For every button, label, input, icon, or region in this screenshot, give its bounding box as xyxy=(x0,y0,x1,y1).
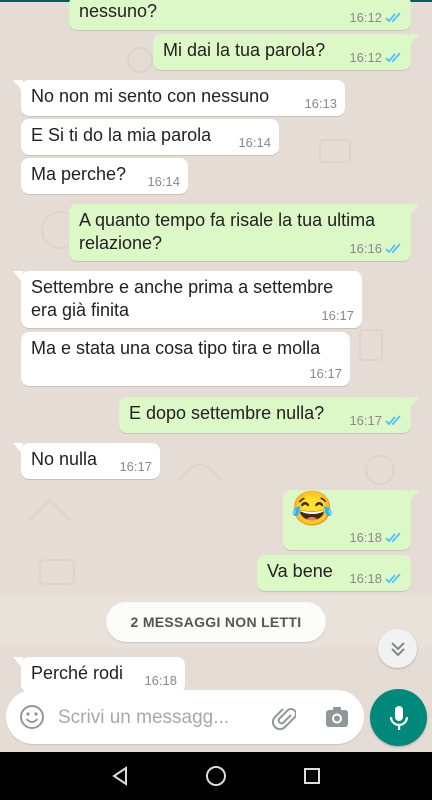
message-bubble-incoming[interactable]: Perché rodi 16:18 xyxy=(13,657,185,693)
message-time: 16:12 xyxy=(349,10,382,25)
message-meta: 16:17 xyxy=(309,366,342,381)
message-bubble-incoming[interactable]: Ma e stata una cosa tipo tira e molla 16… xyxy=(21,332,350,386)
message-time: 16:18 xyxy=(144,673,177,688)
message-bubble-incoming[interactable]: No non mi sento con nessuno 16:13 xyxy=(13,80,345,116)
message-meta: 16:14 xyxy=(238,135,271,150)
read-ticks-icon xyxy=(385,573,401,584)
message-composer xyxy=(6,690,364,744)
double-chevron-down-icon xyxy=(390,641,405,656)
message-meta: 16:14 xyxy=(147,174,180,189)
android-navigation-bar xyxy=(0,752,432,800)
message-time: 16:17 xyxy=(119,459,152,474)
message-time: 16:17 xyxy=(321,308,354,323)
message-text: A quanto tempo fa risale la tua ultima r… xyxy=(79,210,376,253)
read-ticks-icon xyxy=(385,415,401,426)
message-bubble-incoming[interactable]: E Si ti do la mia parola 16:14 xyxy=(21,119,279,155)
message-text: No non mi sento con nessuno xyxy=(31,86,270,106)
message-text: Va bene xyxy=(267,561,333,581)
message-meta: 16:18 xyxy=(349,571,403,586)
microphone-icon xyxy=(389,705,408,730)
message-meta: 16:16 xyxy=(349,241,403,256)
emoji-icon[interactable] xyxy=(19,704,45,730)
message-bubble-outgoing[interactable]: nessuno? 16:12 xyxy=(69,0,411,30)
message-meta: 16:17 xyxy=(321,308,354,323)
message-meta: 16:17 xyxy=(119,459,152,474)
read-ticks-icon xyxy=(385,12,401,23)
camera-icon[interactable] xyxy=(324,705,350,729)
message-text: nessuno? xyxy=(79,1,158,21)
read-ticks-icon xyxy=(385,52,401,63)
message-meta: 16:13 xyxy=(304,96,337,111)
message-meta: 16:12 xyxy=(349,10,403,25)
message-time: 16:18 xyxy=(349,571,382,586)
message-text: Settembre e anche prima a settembre era … xyxy=(31,277,334,320)
message-text: E Si ti do la mia parola xyxy=(31,125,212,145)
message-bubble-incoming[interactable]: Ma perche? 16:14 xyxy=(21,158,188,194)
message-bubble-outgoing[interactable]: A quanto tempo fa risale la tua ultima r… xyxy=(69,204,419,261)
message-bubble-outgoing[interactable]: E dopo settembre nulla? 16:17 xyxy=(119,397,419,433)
message-text: Ma e stata una cosa tipo tira e molla xyxy=(31,338,321,358)
message-time: 16:14 xyxy=(147,174,180,189)
message-time: 16:16 xyxy=(349,241,382,256)
message-meta: 16:18 xyxy=(349,530,403,545)
message-time: 16:14 xyxy=(238,135,271,150)
nav-back-button[interactable] xyxy=(108,764,132,788)
unread-messages-banner: 2 MESSAGGI NON LETTI xyxy=(106,602,326,642)
read-ticks-icon xyxy=(385,243,401,254)
message-text: Ma perche? xyxy=(31,164,127,184)
message-emoji: 😂 xyxy=(291,490,334,528)
home-circle-icon xyxy=(206,766,226,786)
message-text: E dopo settembre nulla? xyxy=(129,403,325,423)
paperclip-icon[interactable] xyxy=(270,705,296,731)
message-time: 16:18 xyxy=(349,530,382,545)
back-triangle-icon xyxy=(112,766,127,786)
message-input[interactable] xyxy=(56,704,260,732)
chat-area: nessuno? 16:12 Mi dai la tua parola? 16:… xyxy=(0,0,432,752)
message-time: 16:13 xyxy=(304,96,337,111)
message-bubble-outgoing[interactable]: Mi dai la tua parola? 16:12 xyxy=(153,34,419,70)
message-text: Perché rodi xyxy=(31,663,124,683)
message-time: 16:17 xyxy=(309,366,342,381)
nav-recents-button[interactable] xyxy=(300,764,324,788)
message-bubble-outgoing[interactable]: 😂 16:18 xyxy=(283,490,419,550)
message-text: Mi dai la tua parola? xyxy=(163,40,326,60)
message-meta: 16:17 xyxy=(349,413,403,428)
message-time: 16:12 xyxy=(349,50,382,65)
message-text: No nulla xyxy=(31,449,98,469)
message-meta: 16:18 xyxy=(144,673,177,688)
scroll-to-bottom-button[interactable] xyxy=(378,629,417,668)
recents-square-icon xyxy=(304,768,320,784)
nav-home-button[interactable] xyxy=(204,764,228,788)
read-ticks-icon xyxy=(385,532,401,543)
message-bubble-incoming[interactable]: No nulla 16:17 xyxy=(13,443,160,479)
voice-record-button[interactable] xyxy=(370,689,427,746)
message-meta: 16:12 xyxy=(349,50,403,65)
message-time: 16:17 xyxy=(349,413,382,428)
message-bubble-incoming[interactable]: Settembre e anche prima a settembre era … xyxy=(13,271,362,328)
message-bubble-outgoing[interactable]: Va bene 16:18 xyxy=(257,555,411,591)
